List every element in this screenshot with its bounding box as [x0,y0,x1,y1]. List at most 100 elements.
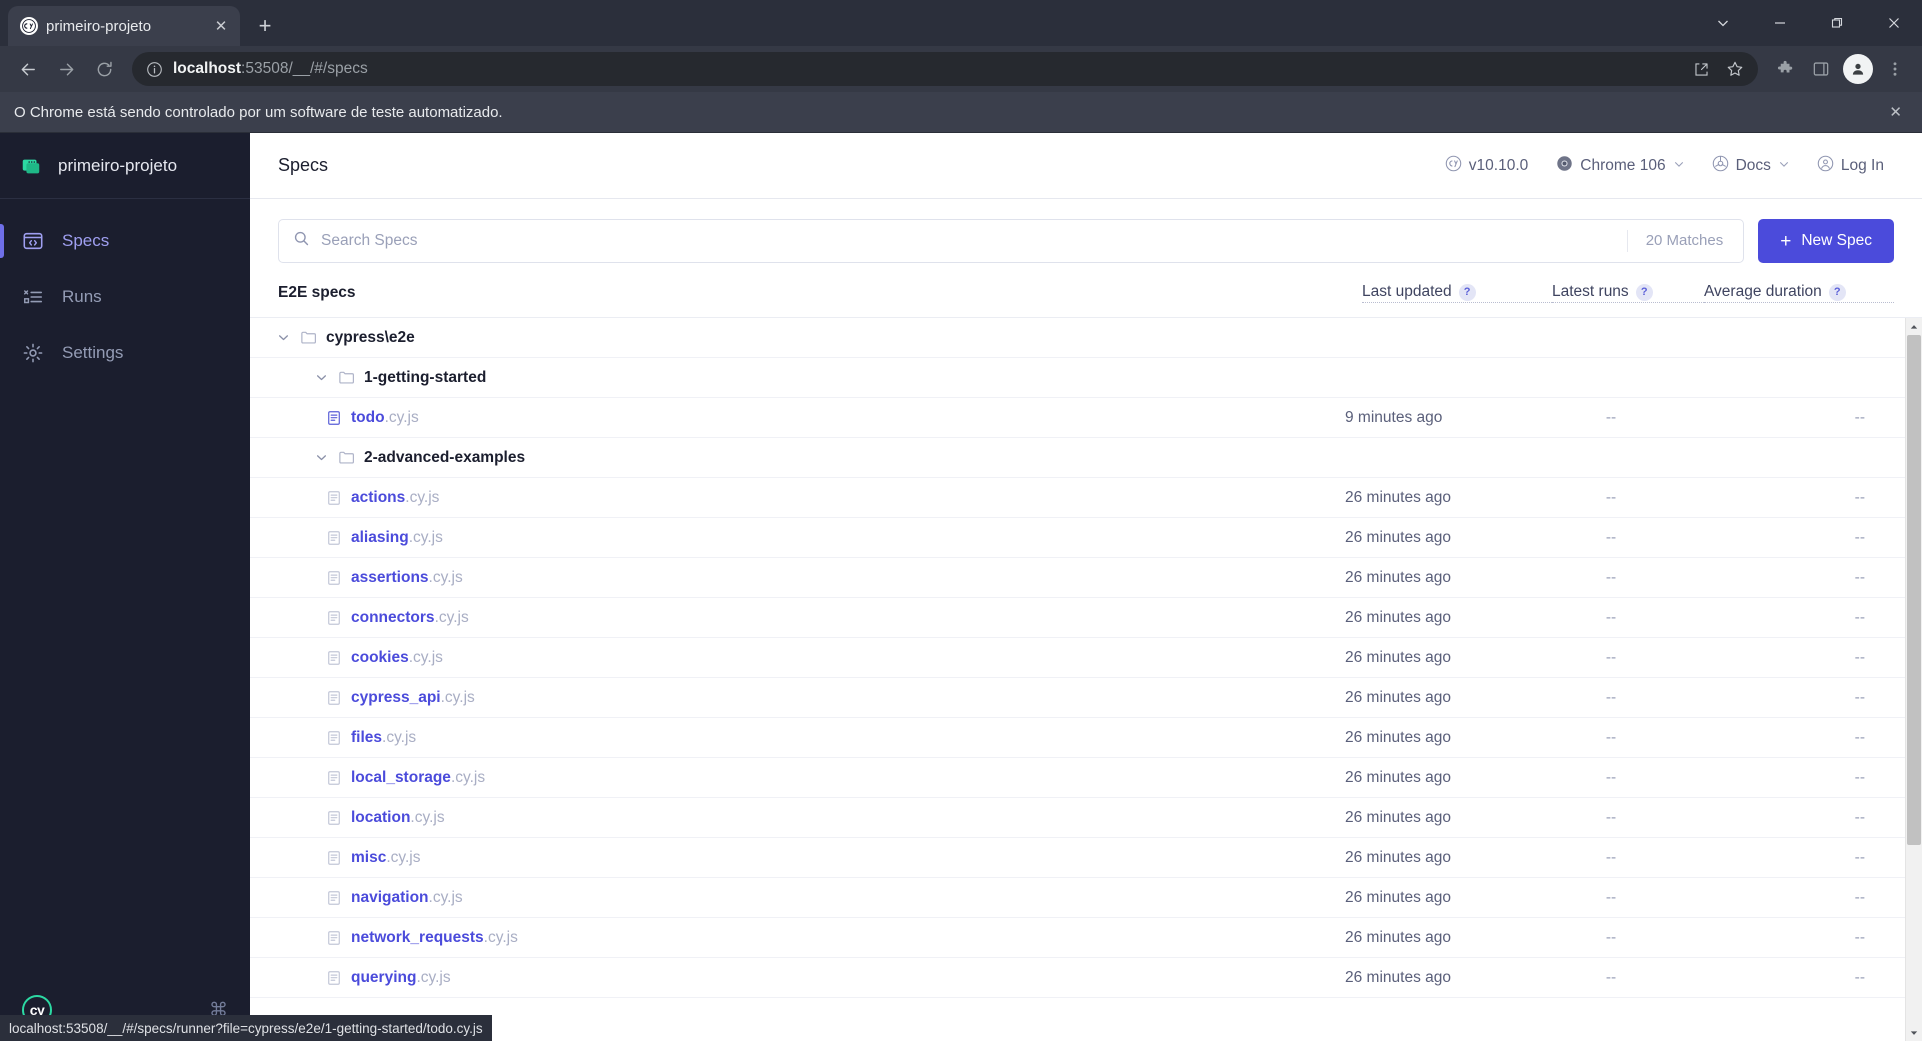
search-specs-box[interactable]: 20 Matches [278,219,1745,263]
spec-row[interactable]: cookies.cy.js 26 minutes ago -- -- [250,638,1905,678]
column-header-average-duration[interactable]: Average duration ? [1704,283,1894,303]
help-icon[interactable]: ? [1635,283,1653,301]
sidebar-item-settings[interactable]: Settings [0,325,250,381]
three-dot-menu-icon[interactable] [1878,52,1912,86]
spec-file-extension: .cy.js [416,968,451,986]
spec-row[interactable]: actions.cy.js 26 minutes ago -- -- [250,478,1905,518]
minimize-icon[interactable] [1751,0,1808,46]
spec-row[interactable]: navigation.cy.js 26 minutes ago -- -- [250,878,1905,918]
spec-row[interactable]: querying.cy.js 26 minutes ago -- -- [250,958,1905,998]
new-spec-label: New Spec [1801,232,1872,249]
folder-row[interactable]: cypress\e2e [250,318,1905,358]
browser-status-bar: localhost:53508/__/#/specs/runner?file=c… [0,1015,492,1041]
cell-average-duration: -- [1854,928,1865,946]
spec-file-icon [326,490,342,506]
sidebar-project[interactable]: primeiro-projeto [0,133,250,199]
chevron-down-icon[interactable] [278,332,291,343]
spec-row[interactable]: local_storage.cy.js 26 minutes ago -- -- [250,758,1905,798]
tab-close-icon[interactable]: ✕ [210,15,232,37]
spec-file-extension: .cy.js [382,728,417,746]
spec-row[interactable]: aliasing.cy.js 26 minutes ago -- -- [250,518,1905,558]
spec-file-name: navigation.cy.js [351,889,463,907]
infobar-close-icon[interactable]: ✕ [1883,103,1908,121]
search-icon [293,230,310,252]
column-header-name: E2E specs [278,284,356,301]
scroll-down-arrow-icon[interactable] [1906,1024,1922,1041]
login-button[interactable]: Log In [1807,148,1894,184]
cell-last-updated: 9 minutes ago [1345,408,1443,426]
main-header-actions: v10.10.0 Chrome 106 Docs Log In [1435,148,1894,184]
automation-infobar: O Chrome está sendo controlado por um so… [0,92,1922,133]
spec-row[interactable]: network_requests.cy.js 26 minutes ago -- -- [250,918,1905,958]
cell-last-updated: 26 minutes ago [1345,528,1451,546]
address-bar[interactable]: localhost:53508/__/#/specs [132,52,1758,86]
cell-latest-runs: -- [1605,928,1617,946]
cell-average-duration: -- [1854,568,1865,586]
spec-file-extension: .cy.js [428,888,463,906]
spec-row[interactable]: connectors.cy.js 26 minutes ago -- -- [250,598,1905,638]
folder-row[interactable]: 1-getting-started [250,358,1905,398]
spec-file-extension: .cy.js [434,608,469,626]
cell-average-duration: -- [1854,968,1865,986]
new-spec-button[interactable]: + New Spec [1758,219,1894,263]
browser-selector[interactable]: Chrome 106 [1546,148,1693,184]
spec-row[interactable]: cypress_api.cy.js 26 minutes ago -- -- [250,678,1905,718]
sidebar-item-specs[interactable]: Specs [0,213,250,269]
spec-row[interactable]: assertions.cy.js 26 minutes ago -- -- [250,558,1905,598]
sidebar-item-runs[interactable]: Runs [0,269,250,325]
spec-file-basename: querying [351,968,417,986]
specs-list-scrollbar[interactable] [1905,318,1922,1041]
spec-file-icon [326,810,342,826]
spec-row[interactable]: files.cy.js 26 minutes ago -- -- [250,718,1905,758]
back-arrow-icon[interactable] [10,51,46,87]
star-icon[interactable] [1720,54,1750,84]
cell-average-duration: -- [1854,688,1865,706]
cell-latest-runs: -- [1605,688,1617,706]
share-icon[interactable] [1686,54,1716,84]
spec-row[interactable]: misc.cy.js 26 minutes ago -- -- [250,838,1905,878]
help-icon[interactable]: ? [1458,283,1476,301]
docs-menu[interactable]: Docs [1702,148,1799,184]
scrollbar-thumb[interactable] [1907,335,1921,845]
scroll-up-arrow-icon[interactable] [1906,318,1922,335]
cell-average-duration: -- [1854,848,1865,866]
cell-last-updated: 26 minutes ago [1345,688,1451,706]
reload-icon[interactable] [86,51,122,87]
spec-row[interactable]: location.cy.js 26 minutes ago -- -- [250,798,1905,838]
cell-average-duration: -- [1854,888,1865,906]
chevron-down-icon[interactable] [316,452,329,463]
chevron-down-icon[interactable] [1694,0,1751,46]
docs-label: Docs [1735,156,1771,174]
cell-last-updated: 26 minutes ago [1345,568,1451,586]
omnibox-actions [1686,54,1750,84]
specs-table-header: E2E specs Last updated ? Latest runs ? A… [250,277,1922,317]
cell-last-updated: 26 minutes ago [1345,888,1451,906]
column-header-latest-runs[interactable]: Latest runs ? [1552,283,1704,303]
window-close-icon[interactable] [1865,0,1922,46]
new-tab-button[interactable]: + [248,9,282,43]
row-name: navigation.cy.js [278,889,1345,907]
profile-avatar-icon[interactable] [1843,54,1873,84]
docs-icon [1712,155,1729,177]
search-input[interactable] [321,232,1616,250]
side-panel-icon[interactable] [1804,52,1838,86]
forward-arrow-icon[interactable] [48,51,84,87]
cell-last-updated: 26 minutes ago [1345,928,1451,946]
spec-row[interactable]: todo.cy.js 9 minutes ago -- -- [250,398,1905,438]
folder-row[interactable]: 2-advanced-examples [250,438,1905,478]
help-icon[interactable]: ? [1828,283,1846,301]
cell-latest-runs: -- [1605,528,1617,546]
spec-file-icon [326,650,342,666]
gear-icon [22,342,44,364]
column-header-last-updated[interactable]: Last updated ? [1362,283,1552,303]
spec-file-icon [326,850,342,866]
info-circle-icon[interactable] [146,61,163,78]
cell-average-duration: -- [1854,808,1865,826]
specs-list-container: cypress\e2e 1-getting-started todo.cy.js 9 … [250,317,1922,1041]
restore-icon[interactable] [1808,0,1865,46]
row-name: cypress\e2e [278,329,1345,347]
puzzle-icon[interactable] [1768,52,1802,86]
row-name: 2-advanced-examples [278,449,1345,467]
chevron-down-icon[interactable] [316,372,329,383]
browser-tab[interactable]: primeiro-projeto ✕ [8,6,240,46]
